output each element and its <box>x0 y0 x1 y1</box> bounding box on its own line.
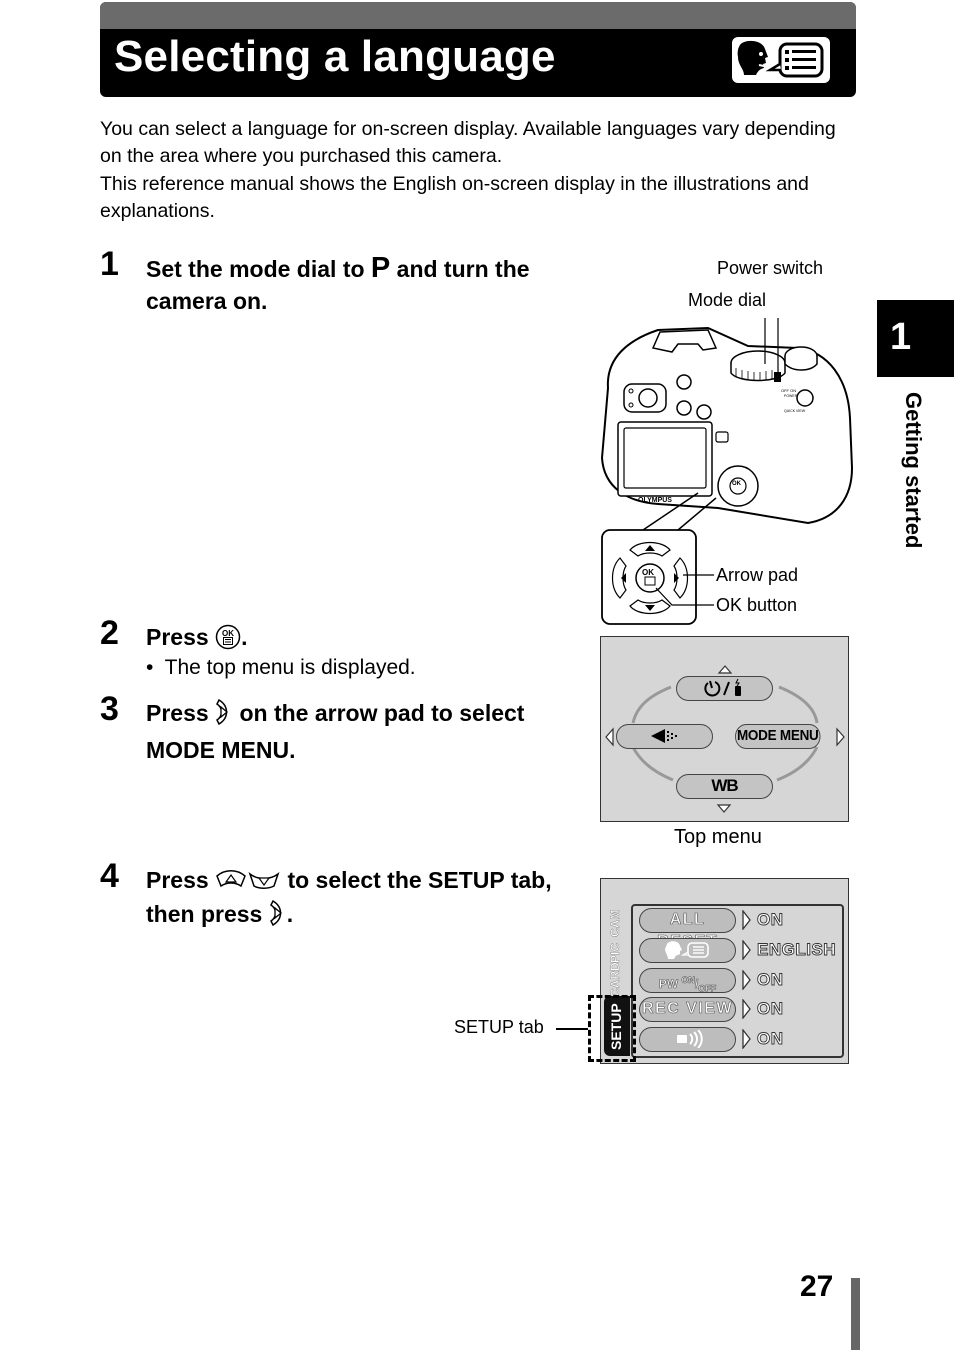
page-number: 27 <box>800 1270 834 1303</box>
setup-value-language: ENGLISH <box>757 940 837 960</box>
camera-brand: OLYMPUS <box>638 497 672 504</box>
mode-dial-label: Mode dial <box>688 290 767 310</box>
setup-value-all-reset: ON <box>757 910 784 930</box>
right-arrow-icon <box>742 940 751 960</box>
image-quality-icon <box>650 729 677 743</box>
tab-card[interactable]: CARD <box>608 962 622 997</box>
mode-p-symbol: P <box>370 252 391 284</box>
step-text: Set the mode dial to <box>146 256 371 282</box>
svg-text:QUICK VIEW: QUICK VIEW <box>784 409 806 413</box>
svg-text:POWER: POWER <box>784 394 798 398</box>
menu-item-mode-menu[interactable]: MODE MENU <box>735 724 821 749</box>
ok-button-label: OK button <box>716 595 798 615</box>
setup-tab-label: SETUP tab <box>454 1017 544 1037</box>
step-number: 2 <box>100 614 119 652</box>
title-banner-top-strip <box>100 2 856 29</box>
step-2-instruction: Press OK . <box>146 621 247 658</box>
setup-tab-callout-line <box>556 1028 588 1030</box>
setup-row-pw-on-off-setup[interactable]: PW ON/OFF SETUP <box>639 968 736 1018</box>
right-arrow-icon <box>836 727 845 747</box>
step-1-instruction: Set the mode dial to P and turn the came… <box>146 252 586 317</box>
step-number: 3 <box>100 690 119 728</box>
intro-paragraph: This reference manual shows the English … <box>100 172 809 222</box>
page-edge-bar <box>851 1278 860 1350</box>
up-arrow-icon <box>717 665 733 674</box>
menu-item-drive-remote[interactable] <box>676 676 773 701</box>
setup-tab-highlight <box>588 995 636 1062</box>
step-text: . <box>241 624 248 650</box>
title-banner: Selecting a language <box>100 2 856 97</box>
svg-text:OFF ON: OFF ON <box>781 388 796 393</box>
down-arrow-icon <box>716 804 732 813</box>
right-arrow-icon <box>742 999 751 1019</box>
ok-menu-button-icon: OK <box>215 624 241 658</box>
setup-value-pw-on-off: ON <box>757 970 784 990</box>
arrow-up-down-buttons-icon <box>215 866 281 898</box>
top-menu-caption: Top menu <box>674 826 762 848</box>
setup-value-rec-view: ON <box>757 999 784 1019</box>
arrow-pad-label: Arrow pad <box>716 565 799 585</box>
self-timer-remote-icon <box>703 678 741 697</box>
arrow-right-button-icon <box>269 899 287 935</box>
svg-text:OK: OK <box>732 481 742 487</box>
setup-value-beep: ON <box>757 1029 784 1049</box>
step-number: 1 <box>100 245 119 283</box>
pw-label: PW <box>658 977 679 992</box>
svg-text:OK: OK <box>222 629 234 638</box>
right-arrow-icon <box>742 970 751 990</box>
step-text: Press <box>146 867 216 893</box>
step-2-bullet: • The top menu is displayed. <box>146 656 416 680</box>
setup-menu-screen: CAM PIC CARD SETUP ALL RESET PW ON/OFF S… <box>600 878 849 1064</box>
step-3-instruction: Press on the arrow pad to select MODE ME… <box>146 697 586 766</box>
step-text: Press <box>146 624 216 650</box>
tab-pic[interactable]: PIC <box>608 939 622 963</box>
arrow-right-button-icon <box>215 698 233 734</box>
right-arrow-icon <box>742 910 751 930</box>
menu-item-wb[interactable]: WB <box>676 774 773 799</box>
chapter-title: Getting started <box>901 392 926 549</box>
top-menu-screen: MODE MENU WB <box>600 636 849 822</box>
left-arrow-icon <box>605 727 614 747</box>
setup-row-beep[interactable] <box>639 1027 736 1052</box>
language-speech-icon <box>732 37 830 83</box>
right-arrow-icon <box>742 1029 751 1049</box>
page-title: Selecting a language <box>114 32 556 81</box>
pw-off-label: OFF <box>698 983 717 994</box>
step-text: . <box>286 901 294 927</box>
chapter-number: 1 <box>890 316 912 358</box>
intro-text: You can select a language for on-screen … <box>100 116 860 225</box>
menu-item-image-quality[interactable] <box>616 724 713 749</box>
step-4-instruction: Press to select the SETUP tab, then pres… <box>146 864 586 935</box>
step-text: Press <box>146 700 216 726</box>
setup-row-rec-view[interactable]: REC VIEW <box>639 997 736 1022</box>
bullet-text: The top menu is displayed. <box>164 656 416 679</box>
tab-cam[interactable]: CAM <box>608 909 622 937</box>
intro-paragraph: You can select a language for on-screen … <box>100 118 836 168</box>
chapter-tab: 1 <box>877 300 954 377</box>
power-switch-label: Power switch <box>717 258 824 278</box>
bullet-dot: • <box>146 656 165 679</box>
svg-text:OK: OK <box>642 568 654 577</box>
beep-icon <box>676 1029 703 1049</box>
step-number: 4 <box>100 857 119 895</box>
pw-on-label: ON <box>681 975 695 986</box>
setup-row-language[interactable] <box>639 938 736 963</box>
setup-row-all-reset[interactable]: ALL RESET <box>639 908 736 950</box>
language-icon <box>664 941 709 959</box>
